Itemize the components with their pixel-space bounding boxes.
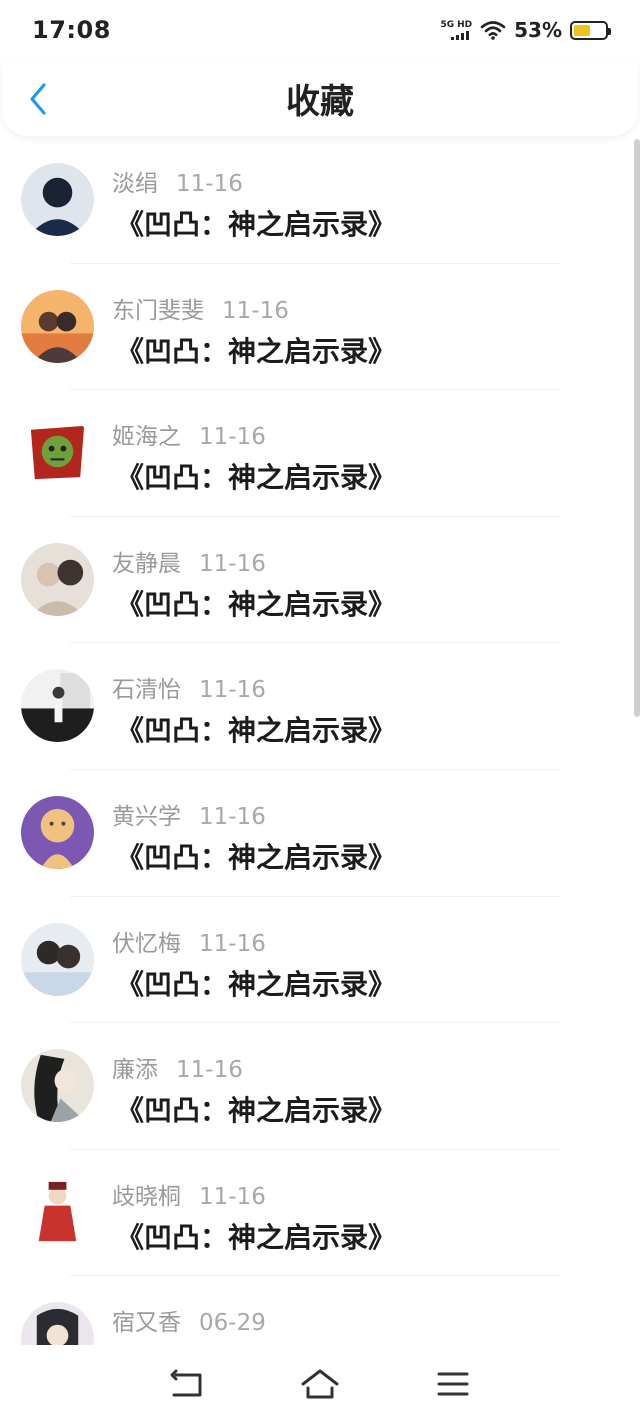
user-name: 廉添: [112, 1057, 158, 1084]
item-date: 06-29: [199, 1310, 266, 1337]
list-item[interactable]: 淡绢 11-16 《凹凸：神之启示录》: [0, 137, 640, 264]
status-indicators: 5G HD 53%: [440, 18, 611, 42]
avatar-image: [21, 922, 94, 996]
list-item[interactable]: 姬海之 11-16 《凹凸：神之启示录》: [0, 390, 640, 517]
item-meta: 宿又香 06-29: [112, 1303, 266, 1337]
item-meta: 黄兴学 11-16: [112, 797, 266, 831]
user-name: 伏忆梅: [112, 930, 181, 957]
item-date: 11-16: [176, 1057, 243, 1084]
network-type: 5G: [440, 19, 455, 30]
item-date: 11-16: [199, 1183, 266, 1210]
list-item[interactable]: 友静晨 11-16 《凹凸：神之启示录》: [0, 517, 640, 644]
nav-back-button[interactable]: [162, 1359, 212, 1409]
item-date: 11-16: [222, 297, 289, 324]
menu-icon: [437, 1372, 469, 1395]
avatar[interactable]: [21, 163, 94, 236]
user-name: 淡绢: [112, 171, 158, 197]
status-bar: 17:08 5G HD 53%: [0, 0, 640, 60]
back-icon: [170, 1369, 202, 1396]
item-title: 《凹凸：神之启示录》: [116, 208, 397, 241]
battery-level: [574, 24, 590, 36]
item-meta: 友静晨 11-16: [112, 544, 266, 578]
item-meta: 姬海之 11-16: [112, 417, 266, 451]
user-name: 石清怡: [112, 677, 181, 704]
scrollbar[interactable]: [634, 139, 640, 717]
page-title: 收藏: [286, 81, 354, 122]
home-icon: [301, 1369, 339, 1398]
favorites-list: 淡绢 11-16 《凹凸：神之启示录》 东门斐斐 11-16 《凹凸：神之启示录》 姬海之 1…: [0, 137, 640, 1345]
item-title: 《凹凸：神之启示录》: [116, 334, 397, 368]
avatar-image: [21, 669, 94, 743]
battery-percent: 53%: [514, 18, 562, 42]
item-date: 11-16: [199, 550, 266, 577]
item-title: 《凹凸：神之启示录》: [116, 1220, 397, 1254]
item-meta: 歧晓桐 11-16: [112, 1177, 266, 1211]
item-meta: 东门斐斐 11-16: [112, 291, 289, 325]
avatar[interactable]: [21, 922, 94, 996]
avatar[interactable]: [21, 1049, 94, 1123]
system-nav-bar: [0, 1345, 640, 1422]
item-date: 11-16: [199, 803, 266, 830]
list-item[interactable]: 东门斐斐 11-16 《凹凸：神之启示录》: [0, 264, 640, 391]
avatar-image: [21, 1049, 94, 1123]
nav-menu-button[interactable]: [428, 1359, 478, 1409]
nav-home-button[interactable]: [295, 1359, 345, 1409]
user-name: 黄兴学: [112, 803, 181, 830]
list-item[interactable]: 宿又香06-29《凹凸：神之启示录》: [0, 1276, 640, 1345]
network-hd: HD: [457, 19, 473, 30]
header: 收藏: [2, 60, 638, 136]
battery-icon: [570, 20, 611, 40]
item-title: 《凹凸：神之启示录》: [116, 967, 397, 1001]
avatar-image: [21, 1175, 94, 1249]
avatar-image: [21, 289, 94, 363]
avatar[interactable]: [21, 542, 94, 616]
item-title: 《凹凸：神之启示录》: [116, 840, 397, 874]
item-meta: 廉添 11-16: [112, 1050, 243, 1084]
status-time: 17:08: [32, 16, 111, 44]
item-date: 11-16: [199, 677, 266, 704]
list-item[interactable]: 廉添 11-16 《凹凸：神之启示录》: [0, 1023, 640, 1150]
avatar[interactable]: [21, 289, 94, 363]
avatar[interactable]: [21, 795, 94, 869]
avatar-image: [21, 163, 94, 236]
item-title: 《凹凸：神之启示录》: [116, 461, 397, 495]
back-button[interactable]: [16, 74, 60, 124]
list-item[interactable]: 歧晓桐 11-16 《凹凸：神之启示录》: [0, 1150, 640, 1277]
list-item[interactable]: 黄兴学 11-16 《凹凸：神之启示录》: [0, 770, 640, 897]
item-title: 《凹凸：神之启示录》: [116, 714, 397, 748]
avatar-image: [21, 416, 94, 490]
list-item[interactable]: 石清怡 11-16 《凹凸：神之启示录》: [0, 643, 640, 770]
avatar[interactable]: [21, 1302, 94, 1345]
signal-icon: [451, 30, 470, 40]
wifi-icon: [480, 21, 506, 40]
item-title: 《凹凸：神之启示录》: [116, 1094, 397, 1128]
user-name: 东门斐斐: [112, 297, 204, 324]
user-name: 友静晨: [112, 550, 181, 577]
user-name: 姬海之: [112, 424, 181, 451]
avatar-image: [21, 542, 94, 616]
avatar-image: [21, 795, 94, 869]
item-date: 11-16: [199, 424, 266, 451]
user-name: 宿又香: [112, 1310, 181, 1337]
item-date: 11-16: [199, 930, 266, 957]
user-name: 歧晓桐: [112, 1183, 181, 1210]
avatar[interactable]: [21, 669, 94, 743]
chevron-left-icon: [30, 83, 46, 115]
item-date: 11-16: [176, 171, 243, 197]
list-item[interactable]: 伏忆梅 11-16 《凹凸：神之启示录》: [0, 897, 640, 1024]
network-label: 5G HD: [440, 19, 473, 40]
item-meta: 石清怡 11-16: [112, 670, 266, 704]
item-meta: 伏忆梅 11-16: [112, 924, 266, 958]
item-title: 《凹凸：神之启示录》: [116, 587, 397, 621]
avatar[interactable]: [21, 1175, 94, 1249]
avatar-image: [21, 1302, 94, 1345]
item-meta: 淡绢 11-16: [112, 164, 243, 198]
avatar[interactable]: [21, 416, 94, 490]
